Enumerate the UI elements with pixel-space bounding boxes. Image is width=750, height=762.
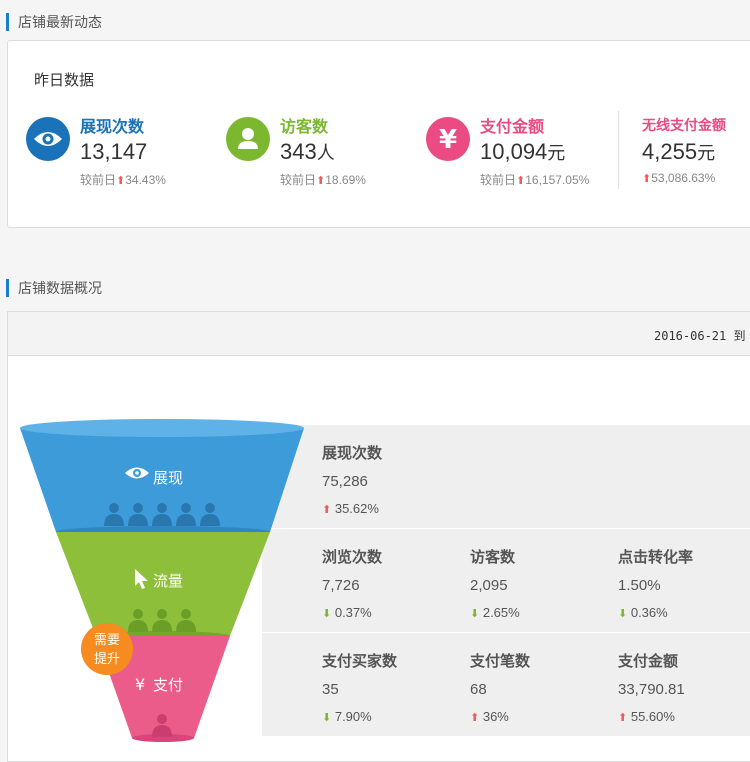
metric-paying-buyers: 支付买家数 35 ⬇ 7.90% [322,653,398,724]
yuan-icon: ¥ [426,117,470,161]
metric-click-conversion: 点击转化率 1.50% ⬇ 0.36% [618,549,694,620]
stat-compare: 较前日⬆16,157.05% [480,173,590,187]
eye-icon [26,117,70,161]
stat-label: 展现次数 [80,119,145,136]
overview-header: 2016-06-21 到 2 [8,312,750,356]
people-icon [128,609,196,632]
arrow-up-icon: ⬆ [316,175,326,187]
stat-value: 10,094元 [480,139,566,164]
stat-label: 访客数 [280,119,329,136]
arrow-down-icon: ⬇ [322,712,332,724]
arrow-down-icon: ⬇ [470,608,480,620]
stat-divider [618,111,619,189]
metric-visitors: 访客数 2,095 ⬇ 2.65% [470,549,520,620]
badge-text: 需要 [93,632,120,647]
arrow-down-icon: ⬇ [322,608,332,620]
funnel-stage-label: 支付 [153,677,183,694]
stat-label: 无线支付金额 [642,117,726,133]
stat-compare: ⬆53,086.63% [642,171,716,185]
metric-payment-amount: 支付金额 33,790.81 ⬆ 55.60% [618,653,685,724]
user-icon [226,117,270,161]
arrow-up-icon: ⬆ [516,175,526,187]
stat-value: 343人 [280,139,335,164]
yesterday-data-card: 昨日数据 展现次数 13,147 较前日⬆34.43% 访客数 343人 较前日… [7,40,750,228]
arrow-down-icon: ⬇ [618,608,628,620]
metric-impressions: 展现次数 75,286 ⬆ 35.62% [322,445,383,516]
yuan-icon: ¥ [135,675,145,694]
metric-page-views: 浏览次数 7,726 ⬇ 0.37% [322,549,383,620]
arrow-up-icon: ⬆ [618,712,628,724]
metric-payment-orders: 支付笔数 68 ⬆ 36% [470,653,531,724]
arrow-up-icon: ⬆ [116,175,126,187]
section-title-latest: 店铺最新动态 [6,13,102,31]
arrow-up-icon: ⬆ [322,504,332,516]
stat-compare: 较前日⬆34.43% [80,173,166,187]
stat-value: 4,255元 [642,139,716,164]
section-title-overview: 店铺数据概况 [6,279,102,297]
needs-improvement-badge: 需要 提升 [81,623,133,675]
conversion-funnel: 展现 流量 ¥ 支付 [20,419,304,742]
date-range-picker[interactable]: 2016-06-21 到 2 [654,327,750,344]
funnel-stage-label: 展现 [153,470,183,487]
stat-value: 13,147 [80,139,148,164]
badge-text: 提升 [93,651,120,666]
arrow-up-icon: ⬆ [642,173,652,185]
yesterday-data-heading: 昨日数据 [34,72,95,89]
stat-compare: 较前日⬆18.69% [280,173,366,187]
arrow-up-icon: ⬆ [470,712,480,724]
svg-text:¥: ¥ [439,125,457,155]
stat-label: 支付金额 [480,119,545,136]
funnel-stage-label: 流量 [153,573,183,590]
